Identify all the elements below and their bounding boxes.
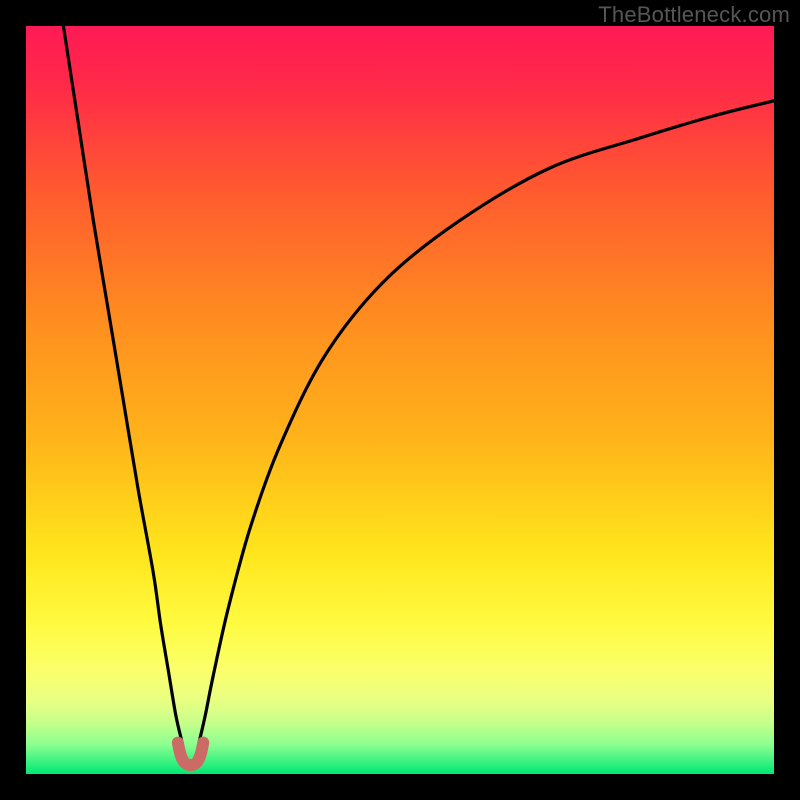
watermark-text: TheBottleneck.com (598, 2, 790, 28)
chart-frame: TheBottleneck.com (0, 0, 800, 800)
marker-u-shape (178, 743, 203, 765)
bottleneck-curve-right (200, 101, 774, 741)
curve-layer (26, 26, 774, 774)
plot-area (26, 26, 774, 774)
bottleneck-curve-left (63, 26, 181, 740)
